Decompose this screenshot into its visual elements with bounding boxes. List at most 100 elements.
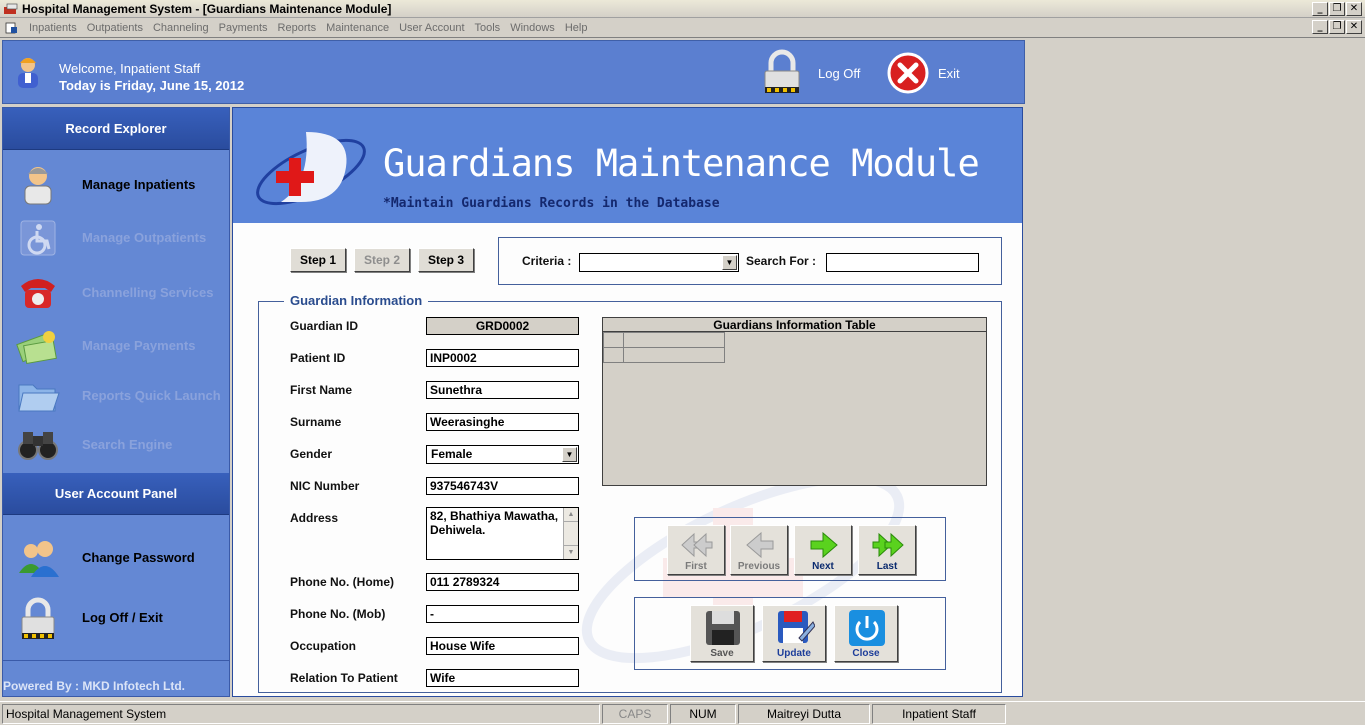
child-close-button[interactable]: ✕ [1346, 20, 1362, 34]
step2-button[interactable]: Step 2 [354, 248, 410, 272]
logoff-lock-icon[interactable] [760, 49, 804, 97]
search-for-label: Search For : [746, 254, 817, 268]
sidebar-item-manage-inpatients[interactable]: Manage Inpatients [3, 160, 229, 210]
criteria-dropdown[interactable]: ▼ [579, 253, 739, 272]
step1-button[interactable]: Step 1 [290, 248, 346, 272]
address-field[interactable]: 82, Bhathiya Mawatha, Dehiwela. ▲ ▼ [426, 507, 579, 560]
phone-mob-field[interactable]: - [426, 605, 579, 623]
patient-id-label: Patient ID [290, 351, 346, 365]
folder-icon [15, 375, 61, 417]
surname-field[interactable]: Weerasinghe [426, 413, 579, 431]
chevron-down-icon[interactable]: ▼ [722, 255, 737, 270]
binoculars-icon [15, 424, 61, 466]
sidebar-item-search-engine[interactable]: Search Engine [3, 420, 229, 470]
next-button[interactable]: Next [794, 525, 852, 575]
search-input[interactable] [826, 253, 979, 272]
close-button[interactable]: Close [834, 605, 898, 662]
chevron-down-icon[interactable]: ▼ [562, 447, 577, 462]
menu-outpatients[interactable]: Outpatients [82, 22, 148, 34]
last-label: Last [876, 561, 898, 572]
telephone-icon [15, 272, 61, 314]
lock-icon [15, 597, 61, 639]
window-title: Hospital Management System - [Guardians … [22, 1, 392, 16]
guardian-info-legend: Guardian Information [284, 293, 429, 308]
sidebar-item-label: Manage Payments [82, 338, 196, 353]
relation-field[interactable]: Wife [426, 669, 579, 687]
child-window-controls: _ ❐ ✕ [1312, 20, 1362, 34]
menu-user-account[interactable]: User Account [394, 22, 469, 34]
menu-channeling[interactable]: Channeling [148, 22, 214, 34]
sidebar-item-manage-outpatients[interactable]: Manage Outpatients [3, 213, 229, 263]
logoff-link[interactable]: Log Off [818, 66, 860, 81]
medical-cross-logo-icon [251, 122, 371, 212]
child-restore-button[interactable]: ❐ [1329, 20, 1345, 34]
minimize-button[interactable]: _ [1312, 1, 1328, 16]
previous-button[interactable]: Previous [730, 525, 788, 575]
sidebar-item-change-password[interactable]: Change Password [3, 533, 229, 583]
wheelchair-icon [15, 217, 61, 259]
save-button[interactable]: Save [690, 605, 754, 662]
guardian-id-field: GRD0002 [426, 317, 579, 335]
table-row-header[interactable] [603, 347, 624, 363]
table-header-corner [603, 332, 624, 348]
menu-bar: Inpatients Outpatients Channeling Paymen… [0, 18, 1365, 38]
sidebar-item-channelling-services[interactable]: Channelling Services [3, 268, 229, 318]
gender-value: Female [431, 447, 473, 461]
menu-maintenance[interactable]: Maintenance [321, 22, 394, 34]
sidebar-item-label: Channelling Services [82, 285, 214, 300]
menu-help[interactable]: Help [560, 22, 593, 34]
address-scrollbar[interactable]: ▲ ▼ [563, 508, 578, 559]
search-panel: Criteria : ▼ Search For : [498, 237, 1002, 285]
close-label: Close [852, 648, 880, 659]
menu-windows[interactable]: Windows [505, 22, 560, 34]
sidebar-item-manage-payments[interactable]: Manage Payments [3, 321, 229, 371]
floppy-edit-icon [778, 611, 815, 643]
nurse-icon [15, 164, 61, 206]
first-name-label: First Name [290, 383, 353, 397]
restore-button[interactable]: ❐ [1329, 1, 1345, 16]
money-icon [15, 325, 61, 367]
menu-payments[interactable]: Payments [214, 22, 273, 34]
table-cell[interactable] [623, 347, 725, 363]
address-line-2: Dehiwela. [430, 523, 486, 537]
menu-inpatients[interactable]: Inpatients [24, 22, 82, 34]
first-name-field[interactable]: Sunethra [426, 381, 579, 399]
gender-dropdown[interactable]: Female ▼ [426, 445, 579, 464]
menu-tools[interactable]: Tools [470, 22, 506, 34]
occupation-field[interactable]: House Wife [426, 637, 579, 655]
exit-icon[interactable] [887, 52, 929, 94]
record-explorer-header: Record Explorer [3, 108, 229, 150]
nic-field[interactable]: 937546743V [426, 477, 579, 495]
next-label: Next [812, 561, 834, 572]
sidebar-item-reports-quick-launch[interactable]: Reports Quick Launch [3, 371, 229, 421]
scroll-down-icon[interactable]: ▼ [564, 545, 578, 559]
step3-button[interactable]: Step 3 [418, 248, 474, 272]
app-icon [3, 2, 19, 16]
scroll-up-icon[interactable]: ▲ [564, 508, 578, 522]
sidebar-item-label: Manage Inpatients [82, 177, 196, 192]
status-user: Maitreyi Dutta [738, 704, 870, 724]
close-button[interactable]: ✕ [1346, 1, 1362, 16]
sidebar-divider [3, 660, 229, 661]
menu-reports[interactable]: Reports [273, 22, 322, 34]
phone-home-field[interactable]: 011 2789324 [426, 573, 579, 591]
child-minimize-button[interactable]: _ [1312, 20, 1328, 34]
sidebar-item-logoff-exit[interactable]: Log Off / Exit [3, 593, 229, 643]
sidebar-item-label: Reports Quick Launch [82, 388, 221, 403]
double-left-arrow-icon [681, 532, 713, 558]
surname-label: Surname [290, 415, 342, 429]
guardians-table[interactable]: Guardians Information Table [602, 317, 987, 486]
update-button[interactable]: Update [762, 605, 826, 662]
guardians-module-panel: Guardians Maintenance Module *Maintain G… [232, 107, 1023, 697]
last-button[interactable]: Last [858, 525, 916, 575]
status-role: Inpatient Staff [872, 704, 1006, 724]
right-arrow-icon [810, 531, 838, 559]
table-column-header[interactable] [623, 332, 725, 348]
address-line-1: 82, Bhathiya Mawatha, [430, 509, 559, 523]
module-banner: Guardians Maintenance Module *Maintain G… [233, 108, 1022, 223]
welcome-header: Welcome, Inpatient Staff Today is Friday… [2, 40, 1025, 104]
exit-link[interactable]: Exit [938, 66, 960, 81]
patient-id-field[interactable]: INP0002 [426, 349, 579, 367]
first-button[interactable]: First [667, 525, 725, 575]
status-caps: CAPS [602, 704, 668, 724]
